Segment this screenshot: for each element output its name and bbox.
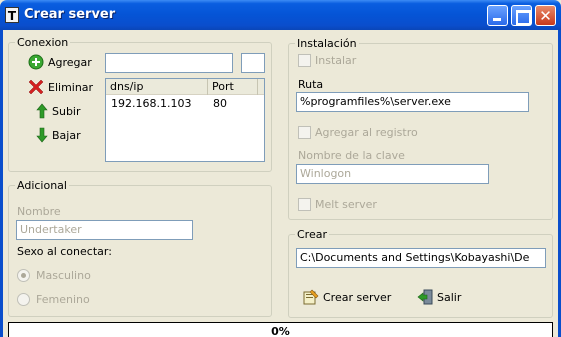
close-icon: ✕: [539, 7, 552, 25]
arrow-up-icon: [36, 103, 48, 119]
instalacion-title: Instalación: [295, 37, 359, 50]
crear-server-button[interactable]: Crear server: [303, 286, 391, 308]
move-up-button[interactable]: Subir: [36, 100, 81, 122]
instalar-checkbox[interactable]: [298, 54, 311, 67]
minimize-icon: [488, 6, 507, 25]
move-down-button[interactable]: Bajar: [36, 124, 81, 146]
masculino-label: Masculino: [36, 269, 91, 282]
create-server-icon: [303, 289, 319, 305]
melt-label: Melt server: [315, 198, 377, 211]
column-dns-ip[interactable]: dns/ip: [106, 79, 208, 95]
masculino-radio[interactable]: [17, 269, 30, 282]
add-button[interactable]: Agregar: [28, 51, 92, 73]
close-button[interactable]: ✕: [535, 5, 556, 26]
salir-button[interactable]: Salir: [417, 286, 461, 308]
femenino-label: Femenino: [36, 293, 90, 306]
delete-label: Eliminar: [48, 80, 94, 94]
server-list[interactable]: dns/ip Port 192.168.1.103 80: [105, 78, 265, 162]
app-icon: T: [5, 7, 19, 23]
add-label: Agregar: [48, 55, 92, 69]
minimize-button[interactable]: [487, 5, 508, 26]
maximize-icon: [512, 6, 531, 25]
ruta-label: Ruta: [298, 78, 324, 91]
salir-label: Salir: [437, 290, 462, 304]
sexo-label: Sexo al conectar:: [17, 245, 112, 258]
crear-server-label: Crear server: [323, 290, 392, 304]
window-border-left: [0, 30, 3, 337]
list-header: dns/ip Port: [106, 79, 264, 95]
list-item-host[interactable]: 192.168.1.103: [111, 97, 191, 110]
move-down-label: Bajar: [52, 128, 81, 142]
move-up-label: Subir: [52, 104, 81, 118]
add-icon: [28, 54, 44, 70]
window-title: Crear server: [24, 7, 116, 22]
delete-button[interactable]: Eliminar: [28, 76, 93, 98]
progress-bar: 0%: [8, 322, 553, 337]
crear-title: Crear: [295, 228, 329, 241]
melt-checkbox[interactable]: [298, 198, 311, 211]
registro-checkbox[interactable]: [298, 126, 311, 139]
instalar-label: Instalar: [315, 54, 357, 67]
column-port[interactable]: Port: [208, 79, 258, 95]
delete-icon: [28, 79, 44, 95]
clave-label: Nombre de la clave: [298, 149, 405, 162]
list-item-port[interactable]: 80: [213, 97, 227, 110]
clave-input[interactable]: Winlogon: [296, 164, 489, 184]
adicional-title: Adicional: [15, 179, 69, 192]
exit-icon: [417, 289, 433, 305]
registro-label: Agregar al registro: [315, 126, 418, 139]
port-input[interactable]: [241, 53, 265, 73]
ruta-input[interactable]: %programfiles%\server.exe: [296, 92, 529, 112]
arrow-down-icon: [36, 127, 48, 143]
progress-text: 0%: [271, 325, 290, 337]
nombre-label: Nombre: [17, 205, 61, 218]
host-input[interactable]: [105, 53, 233, 73]
maximize-button[interactable]: [511, 5, 532, 26]
output-path-input[interactable]: C:\Documents and Settings\Kobayashi\De: [296, 248, 546, 268]
femenino-radio[interactable]: [17, 293, 30, 306]
conexion-title: Conexion: [15, 36, 71, 49]
title-bar[interactable]: T Crear server ✕: [0, 0, 561, 30]
nombre-input[interactable]: Undertaker: [16, 220, 193, 240]
